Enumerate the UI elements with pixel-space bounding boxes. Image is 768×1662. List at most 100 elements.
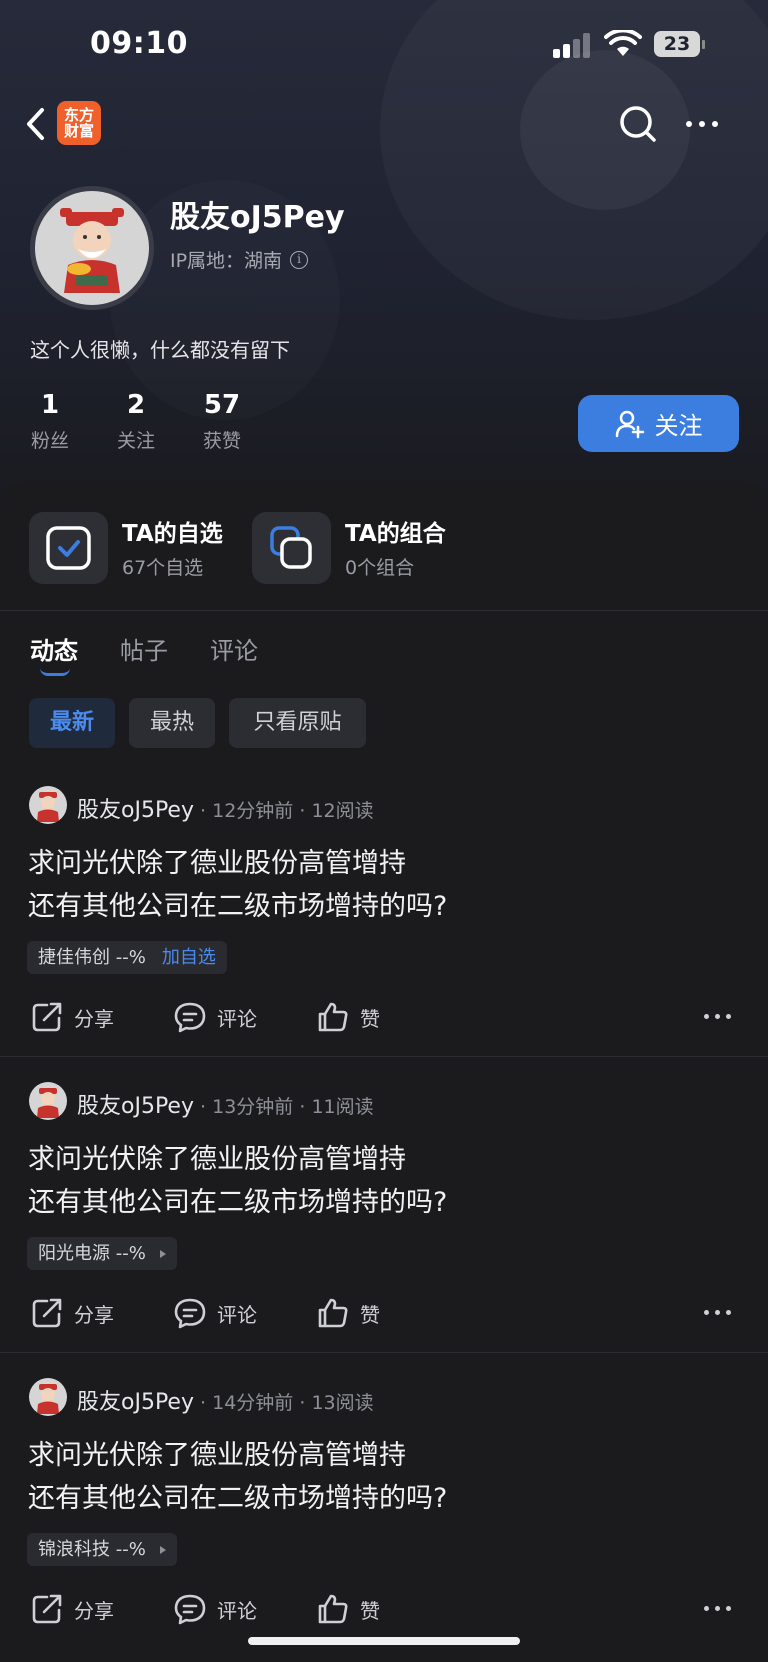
mascot-avatar-icon [60,208,124,293]
tab-indicator [40,668,70,676]
stock-tag[interactable]: 捷佳伟创 --% 加自选 [27,941,227,974]
filter-hot[interactable]: 最热 [129,698,215,748]
stock-tag[interactable]: 阳光电源 --% [27,1237,177,1270]
more-options-icon[interactable] [682,110,722,138]
post-author[interactable]: 股友oJ5Pey [77,798,194,823]
portfolio-card-title[interactable]: TA的组合 [345,514,446,548]
avatar[interactable] [30,186,154,310]
post-line: 求问光伏除了德业股份高管增持 [28,1144,406,1175]
back-arrow-icon[interactable] [20,104,52,144]
share-label: 分享 [74,1006,114,1031]
portfolio-card-icon-bg[interactable] [252,512,331,584]
more-icon[interactable] [704,1310,734,1318]
follow-button[interactable]: 关注 [578,395,739,452]
post-line: 还有其他公司在二级市场增持的吗? [28,891,448,922]
battery-level: 23 [663,33,691,55]
comment-button[interactable]: 评论 [173,1000,257,1034]
stat-following-label: 关注 [116,430,155,452]
post-meta: 股友oJ5Pey · 13分钟前 · 11阅读 [77,1094,374,1119]
more-icon[interactable] [704,1014,734,1022]
post-reads: 12阅读 [311,800,374,822]
post-reads: 11阅读 [311,1096,374,1118]
post-item[interactable]: 股友oJ5Pey · 13分钟前 · 11阅读 求问光伏除了德业股份高管增持 还… [0,1082,768,1352]
thumbs-up-icon [318,1594,348,1624]
info-icon[interactable]: i [290,250,309,269]
stat-likes[interactable]: 57 获赞 [192,390,252,453]
logo-line1: 东方 [63,106,94,124]
play-arrow-icon [159,1250,166,1258]
stat-following[interactable]: 2 关注 [106,390,166,453]
cellular-signal-icon [553,32,593,58]
comment-icon [174,1594,206,1625]
filter-latest[interactable]: 最新 [29,698,115,748]
share-icon [32,1298,62,1328]
comment-icon [174,1298,206,1329]
like-button[interactable]: 赞 [316,1592,380,1626]
share-button[interactable]: 分享 [30,1592,114,1626]
post-author[interactable]: 股友oJ5Pey [77,1390,194,1415]
post-line: 还有其他公司在二级市场增持的吗? [28,1483,448,1514]
post-avatar[interactable] [29,1378,67,1416]
divider [0,1352,768,1353]
add-user-icon [615,410,644,438]
post-line: 求问光伏除了德业股份高管增持 [28,848,406,879]
like-button[interactable]: 赞 [316,1000,380,1034]
comment-label: 评论 [217,1302,257,1327]
app-logo[interactable]: 东方 财富 [57,101,101,145]
search-icon[interactable] [618,104,658,144]
add-watchlist-link[interactable]: 加自选 [162,947,216,968]
post-item[interactable]: 股友oJ5Pey · 14分钟前 · 13阅读 求问光伏除了德业股份高管增持 还… [0,1378,768,1648]
tab-comments[interactable]: 评论 [210,631,258,666]
comment-label: 评论 [217,1598,257,1623]
logo-line2: 财富 [63,122,94,140]
comment-button[interactable]: 评论 [173,1296,257,1330]
more-icon[interactable] [704,1606,734,1614]
filter-original-only[interactable]: 只看原贴 [229,698,366,748]
post-avatar[interactable] [29,1082,67,1120]
post-meta: 股友oJ5Pey · 14分钟前 · 13阅读 [77,1390,374,1415]
watchlist-card-title[interactable]: TA的自选 [122,514,223,548]
home-indicator[interactable] [248,1637,520,1645]
post-time: 13分钟前 [212,1096,294,1118]
share-button[interactable]: 分享 [30,1000,114,1034]
portfolio-icon [270,526,312,569]
post-author[interactable]: 股友oJ5Pey [77,1094,194,1119]
like-label: 赞 [360,1302,380,1327]
post-body[interactable]: 求问光伏除了德业股份高管增持 还有其他公司在二级市场增持的吗? [28,842,447,928]
portfolio-card-sub: 0个组合 [345,557,415,579]
share-icon [32,1002,62,1032]
post-reads: 13阅读 [311,1392,374,1414]
ip-location-text: IP属地：湖南 [170,250,283,272]
stat-fans-label: 粉丝 [30,430,69,452]
post-line: 求问光伏除了德业股份高管增持 [28,1440,406,1471]
post-meta: 股友oJ5Pey · 12分钟前 · 12阅读 [77,798,374,823]
post-body[interactable]: 求问光伏除了德业股份高管增持 还有其他公司在二级市场增持的吗? [28,1434,447,1520]
stock-tag-label: 捷佳伟创 --% [38,947,146,968]
stock-tag[interactable]: 锦浪科技 --% [27,1533,177,1566]
stat-likes-label: 获赞 [202,430,241,452]
share-button[interactable]: 分享 [30,1296,114,1330]
like-button[interactable]: 赞 [316,1296,380,1330]
watchlist-card-icon-bg[interactable] [29,512,108,584]
share-label: 分享 [74,1302,114,1327]
post-item[interactable]: 股友oJ5Pey · 12分钟前 · 12阅读 求问光伏除了德业股份高管增持 还… [0,786,768,1056]
tab-activity[interactable]: 动态 [30,631,78,666]
play-arrow-icon [159,1546,166,1554]
mascot-avatar-icon [37,1088,59,1118]
share-label: 分享 [74,1598,114,1623]
stat-following-count: 2 [126,390,146,420]
tab-posts[interactable]: 帖子 [120,631,168,666]
stat-fans-count: 1 [40,390,60,420]
stat-fans[interactable]: 1 粉丝 [20,390,80,453]
watchlist-icon [46,526,91,570]
post-line: 还有其他公司在二级市场增持的吗? [28,1187,448,1218]
profile-username: 股友oJ5Pey [170,200,345,235]
divider [0,1056,768,1057]
comment-button[interactable]: 评论 [173,1592,257,1626]
post-body[interactable]: 求问光伏除了德业股份高管增持 还有其他公司在二级市场增持的吗? [28,1138,447,1224]
post-avatar[interactable] [29,786,67,824]
like-label: 赞 [360,1598,380,1623]
stock-tag-label: 阳光电源 --% [38,1243,146,1264]
share-icon [32,1594,62,1624]
stat-likes-count: 57 [203,390,241,420]
